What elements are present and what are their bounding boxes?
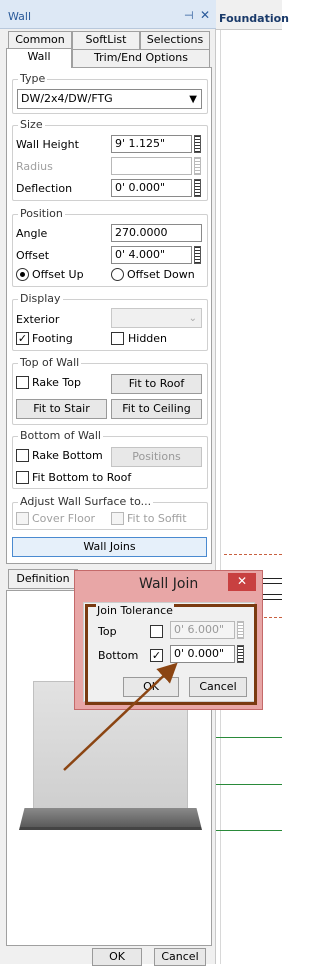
arrow-line [63,662,178,771]
annotation-arrow [63,662,178,771]
tab-wall[interactable]: Wall [6,48,72,68]
